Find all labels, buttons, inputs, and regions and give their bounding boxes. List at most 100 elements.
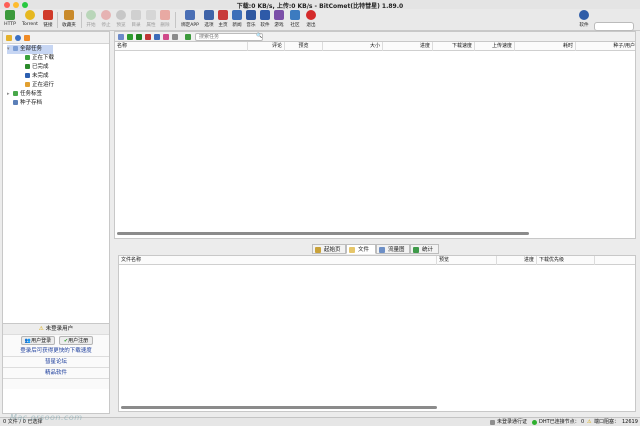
games-button[interactable]: 游戏 <box>273 10 285 30</box>
file-list-header: 文件名称 预览 进度 下载优先级 <box>119 256 635 265</box>
column-header-name[interactable]: 名称 <box>115 42 248 51</box>
column-header-preview[interactable]: 预览 <box>285 42 323 51</box>
column-header-upload-speed[interactable]: 上传速度 <box>475 42 515 51</box>
exit-button[interactable]: 退出 <box>305 10 317 30</box>
torrent-icon <box>25 10 35 20</box>
search-icon[interactable]: 🔍 <box>256 33 262 39</box>
dht-count: 0 <box>581 419 585 425</box>
login-status: ⚠ 未登录用户 <box>3 324 109 335</box>
select-all-icon[interactable] <box>118 34 124 40</box>
community-button[interactable]: 社区 <box>289 10 301 30</box>
download-arrow-icon <box>25 55 30 60</box>
globe-icon[interactable] <box>15 35 21 41</box>
favorites-button[interactable]: 收藏夹 <box>61 10 77 30</box>
magnet-link-button[interactable]: 链接 <box>42 10 54 30</box>
port-status[interactable]: 端口阻塞： <box>594 418 619 426</box>
column-header-file-preview[interactable]: 预览 <box>437 256 497 265</box>
toolbar-search-field[interactable] <box>594 22 634 31</box>
music-icon <box>246 10 256 20</box>
link-icon[interactable] <box>172 34 178 40</box>
warning-icon: ⚠ <box>38 326 44 332</box>
horizontal-scrollbar[interactable] <box>117 232 529 235</box>
favorites-icon <box>64 10 74 20</box>
folder-icon[interactable] <box>6 35 12 41</box>
homepage-button[interactable]: 主页 <box>217 10 229 30</box>
rss-icon[interactable] <box>24 35 30 41</box>
tree-item-all-tasks[interactable]: ▾ 全部任务 <box>7 45 53 54</box>
music-button[interactable]: 音乐 <box>245 10 257 30</box>
delete-button[interactable]: 删除 <box>159 10 171 30</box>
add-http-button[interactable]: HTTP <box>2 10 18 30</box>
column-header-file-progress[interactable]: 进度 <box>497 256 537 265</box>
properties-button[interactable]: 属性 <box>145 10 157 30</box>
tree-item-incomplete[interactable]: 未完成 <box>25 72 49 81</box>
preview-button[interactable]: 预览 <box>115 10 127 30</box>
home-icon <box>218 10 228 20</box>
tab-traffic-graph[interactable]: 流量图 <box>376 244 410 254</box>
start-button[interactable]: 开始 <box>85 10 97 30</box>
column-header-seeds-peers[interactable]: 种子/用户 <box>576 42 637 51</box>
arrow-right-icon[interactable] <box>185 34 191 40</box>
login-panel: ⚠ 未登录用户 👥用户登录 ✔用户注册 登录后可获得更快的下载速度 彗星论坛 精… <box>3 323 109 389</box>
folder-button[interactable]: 目录 <box>130 10 142 30</box>
tree-item-downloading[interactable]: 正在下载 <box>25 54 54 63</box>
task-list-header: 名称 评论 预览 大小 进度 下载速度 上传速度 耗时 种子/用户 <box>115 42 635 51</box>
start-page-icon <box>315 247 321 253</box>
task-list[interactable]: 名称 评论 预览 大小 进度 下载速度 上传速度 耗时 种子/用户 <box>114 42 636 239</box>
tab-files[interactable]: 文件 <box>346 244 376 254</box>
column-header-empty <box>595 256 637 265</box>
warning-icon: ⚠ <box>587 419 592 425</box>
play-icon <box>86 10 96 20</box>
user-register-button[interactable]: ✔用户注册 <box>59 336 93 345</box>
faster-download-link[interactable]: 登录后可获得更快的下载速度 <box>3 346 109 357</box>
user-login-button[interactable]: 👥用户登录 <box>21 336 55 345</box>
checkmark-icon[interactable] <box>136 34 142 40</box>
column-header-elapsed[interactable]: 耗时 <box>515 42 576 51</box>
column-header-comment[interactable]: 评论 <box>248 42 285 51</box>
news-icon <box>232 10 242 20</box>
software-button[interactable]: 软件 <box>259 10 271 30</box>
software-icon <box>260 10 270 20</box>
options-icon <box>204 10 214 20</box>
tab-start-page[interactable]: 起始页 <box>312 244 346 254</box>
column-header-download-speed[interactable]: 下载速度 <box>433 42 475 51</box>
stop-button[interactable]: 停止 <box>100 10 112 30</box>
passport-status[interactable]: 未登录通行证 <box>497 418 527 426</box>
software-store-button[interactable]: 软件 <box>578 10 590 30</box>
stop-icon <box>101 10 111 20</box>
task-search-input[interactable] <box>195 33 263 41</box>
software-link[interactable]: 精品软件 <box>3 368 109 379</box>
folder-icon <box>131 10 141 20</box>
column-header-size[interactable]: 大小 <box>323 42 383 51</box>
graph-icon <box>379 247 385 253</box>
horizontal-scrollbar[interactable] <box>121 406 437 409</box>
preview-icon <box>116 10 126 20</box>
dht-status-icon <box>532 420 537 425</box>
file-icon <box>349 247 355 253</box>
tags-icon[interactable] <box>163 34 169 40</box>
file-list[interactable]: 文件名称 预览 进度 下载优先级 <box>118 255 636 412</box>
community-icon <box>290 10 300 20</box>
bind-app-button[interactable]: 绑定APP <box>179 10 201 30</box>
tree-item-completed[interactable]: 已完成 <box>25 63 49 72</box>
status-bar: 0 文件 / 0 已选择 未登录通行证 DHT已连接节点： 0 ⚠ 端口阻塞： … <box>0 417 640 426</box>
detail-tabs: 起始页 文件 流量图 统计 <box>114 243 636 255</box>
chart-icon[interactable] <box>154 34 160 40</box>
column-header-progress[interactable]: 进度 <box>383 42 433 51</box>
column-header-file-name[interactable]: 文件名称 <box>119 256 437 265</box>
open-torrent-button[interactable]: Torrent <box>20 10 40 30</box>
options-button[interactable]: 选项 <box>203 10 215 30</box>
games-icon <box>274 10 284 20</box>
tree-item-task-tags[interactable]: ▸ 任务标签 <box>7 90 42 99</box>
magnet-icon <box>43 10 53 20</box>
phone-link-icon <box>185 10 195 20</box>
tree-item-running[interactable]: 正在运行 <box>25 81 54 90</box>
column-header-priority[interactable]: 下载优先级 <box>537 256 595 265</box>
archive-icon <box>13 100 18 105</box>
download-icon[interactable] <box>127 34 133 40</box>
x-icon[interactable] <box>145 34 151 40</box>
forum-link[interactable]: 彗星论坛 <box>3 357 109 368</box>
tree-item-torrent-archive[interactable]: 种子存档 <box>13 99 42 108</box>
news-button[interactable]: 新闻 <box>231 10 243 30</box>
tab-statistics[interactable]: 统计 <box>410 244 439 254</box>
